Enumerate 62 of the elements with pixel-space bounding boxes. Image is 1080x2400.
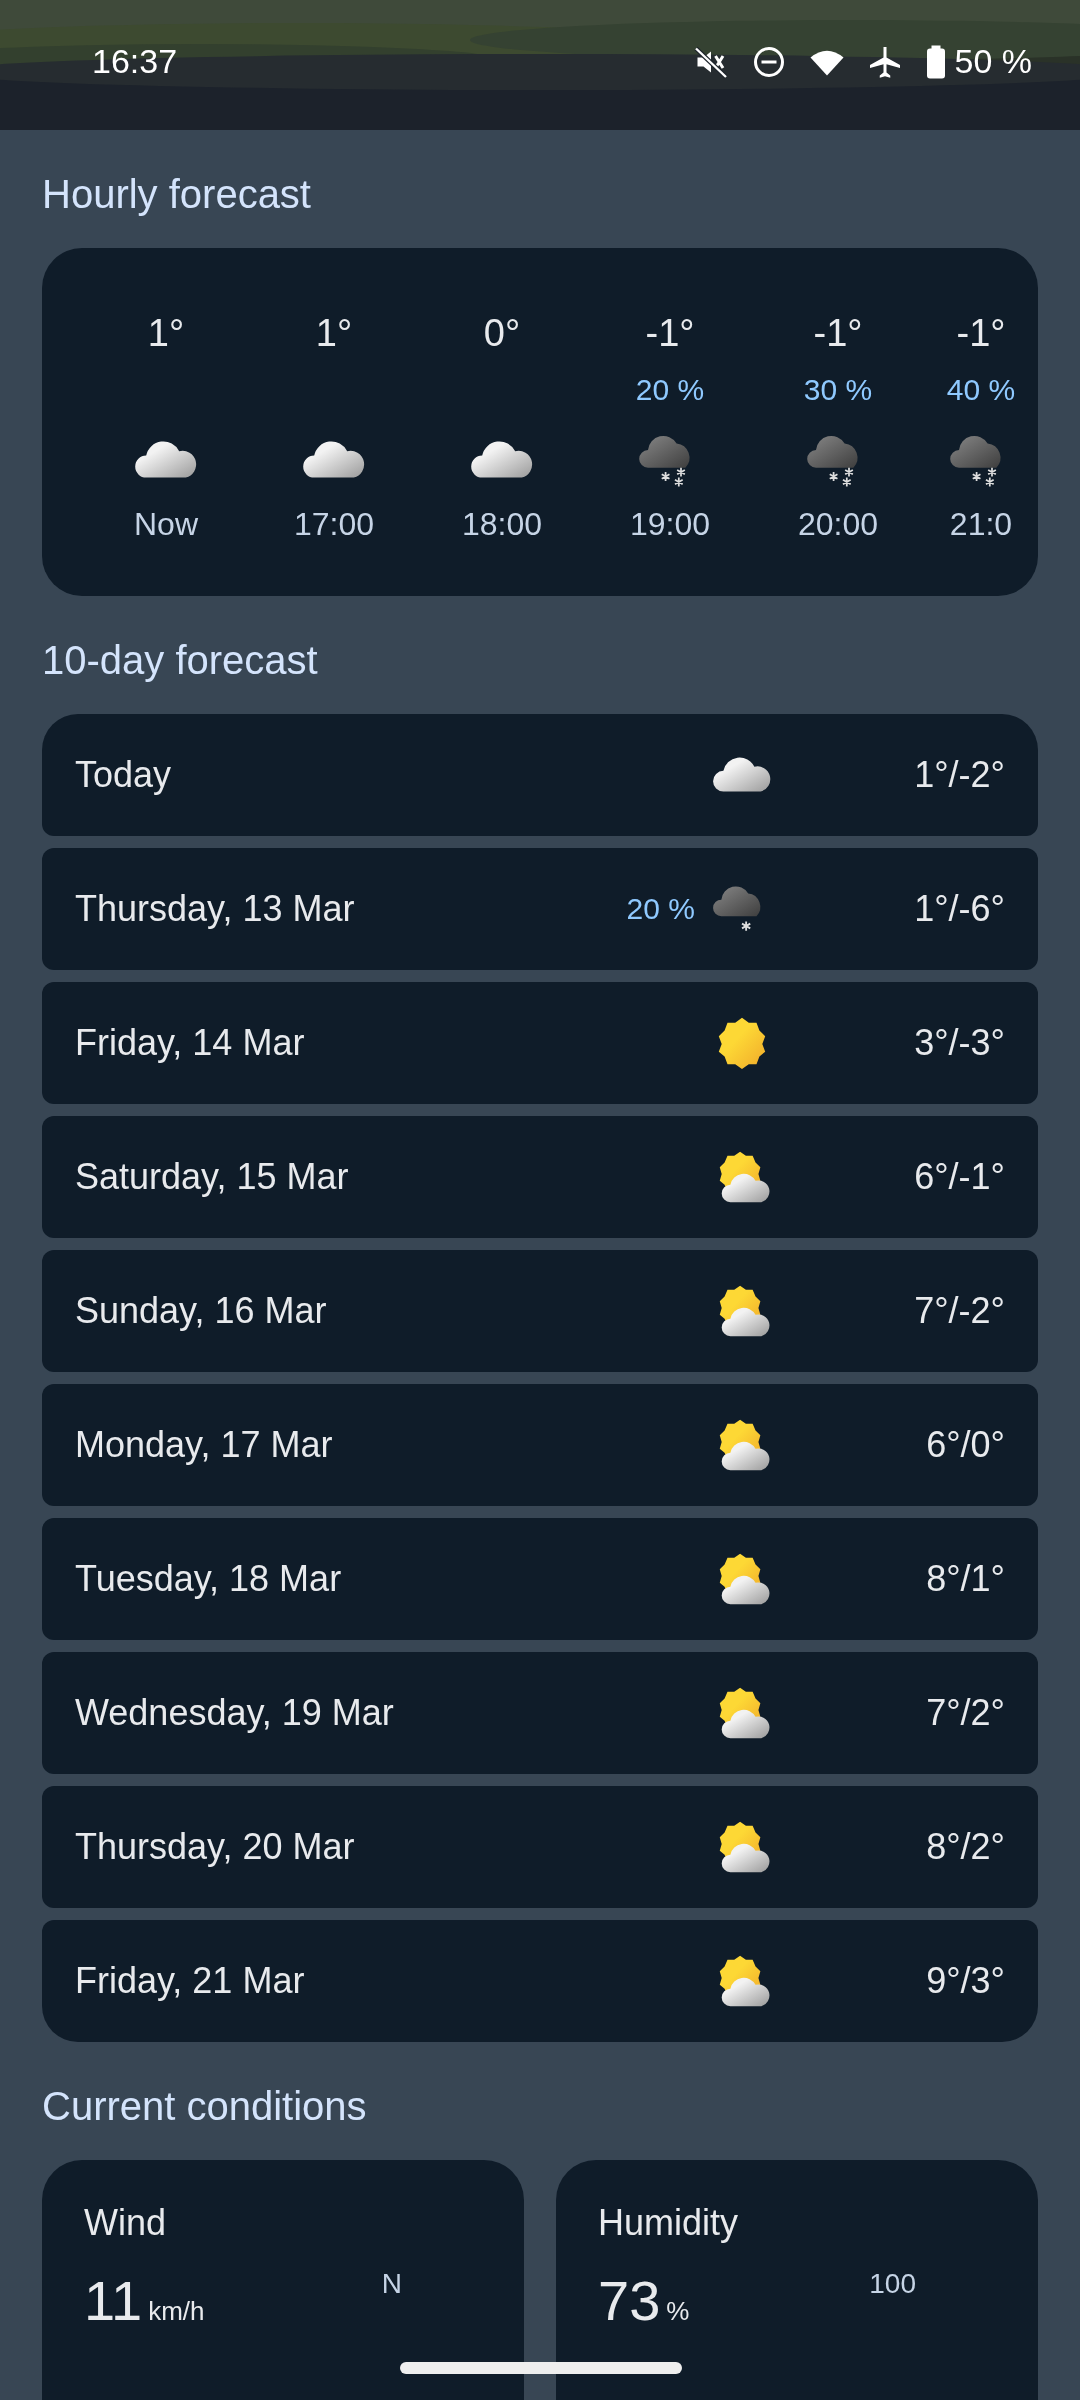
temperature-range: 8°/2°	[926, 1826, 1005, 1868]
temperature-range: 6°/-1°	[914, 1156, 1005, 1198]
hour-temperature: -1°	[956, 312, 1006, 356]
day-row[interactable]: Friday, 14 Mar 3°/-3°	[42, 982, 1038, 1104]
day-label: Saturday, 15 Mar	[75, 1156, 350, 1198]
hour-label: Now	[134, 506, 198, 543]
section-heading: 10-day forecast	[42, 637, 319, 684]
hour-temperature: 1°	[315, 312, 353, 356]
day-label: Monday, 17 Mar	[75, 1424, 334, 1466]
compass-label: N	[381, 2268, 402, 2300]
temperature-range: 7°/-2°	[914, 1290, 1005, 1332]
section-heading: Current conditions	[42, 2083, 368, 2130]
hour-temperature: -1°	[813, 312, 863, 356]
hour-label: 17:00	[293, 506, 375, 543]
humidity-card[interactable]: Humidity 73% 100	[556, 2160, 1038, 2400]
day-row[interactable]: Today 1°/-2°	[42, 714, 1038, 836]
day-row[interactable]: Tuesday, 18 Mar 8°/1°	[42, 1518, 1038, 1640]
precipitation-chance: 40 %	[946, 373, 1016, 407]
temperature-range: 3°/-3°	[914, 1022, 1005, 1064]
temperature-range: 9°/3°	[926, 1960, 1005, 2002]
day-row[interactable]: Saturday, 15 Mar 6°/-1°	[42, 1116, 1038, 1238]
battery-percentage: 50 %	[954, 42, 1032, 81]
precipitation-chance: 30 %	[803, 373, 873, 407]
hour-temperature: 1°	[147, 312, 185, 356]
clock: 16:37	[92, 42, 178, 81]
temperature-range: 1°/-2°	[914, 754, 1005, 796]
day-row[interactable]: Sunday, 16 Mar 7°/-2°	[42, 1250, 1038, 1372]
day-row[interactable]: Wednesday, 19 Mar 7°/2°	[42, 1652, 1038, 1774]
hour-label: 20:00	[797, 506, 879, 543]
wind-speed: 11	[84, 2268, 143, 2333]
day-label: Today	[75, 754, 173, 796]
hour-label: 18:00	[461, 506, 543, 543]
hour-label: 21:0	[949, 506, 1013, 543]
day-row[interactable]: Monday, 17 Mar 6°/0°	[42, 1384, 1038, 1506]
temperature-range: 1°/-6°	[914, 888, 1005, 930]
precipitation-chance: 20 %	[635, 373, 705, 407]
day-label: Thursday, 20 Mar	[75, 1826, 356, 1868]
scale-label: 100	[869, 2268, 916, 2300]
hour-label: 19:00	[629, 506, 711, 543]
temperature-range: 8°/1°	[926, 1558, 1005, 1600]
humidity-value: 73	[598, 2268, 661, 2333]
day-label: Wednesday, 19 Mar	[75, 1692, 395, 1734]
day-label: Friday, 21 Mar	[75, 1960, 306, 2002]
day-row[interactable]: Thursday, 20 Mar 8°/2°	[42, 1786, 1038, 1908]
card-title: Wind	[84, 2202, 168, 2244]
day-label: Sunday, 16 Mar	[75, 1290, 328, 1332]
gesture-bar[interactable]	[400, 2362, 682, 2374]
day-row[interactable]: Friday, 21 Mar 9°/3°	[42, 1920, 1038, 2042]
precipitation-chance: 20 %	[626, 892, 695, 926]
day-row[interactable]: Thursday, 13 Mar 20 % 1°/-6°	[42, 848, 1038, 970]
wind-unit: km/h	[148, 2296, 205, 2327]
card-title: Humidity	[598, 2202, 740, 2244]
section-heading: Hourly forecast	[42, 171, 312, 218]
day-label: Friday, 14 Mar	[75, 1022, 306, 1064]
hour-temperature: -1°	[645, 312, 695, 356]
humidity-unit: %	[666, 2296, 690, 2327]
hour-temperature: 0°	[483, 312, 521, 356]
wind-card[interactable]: Wind 11 km/h N	[42, 2160, 524, 2400]
temperature-range: 7°/2°	[926, 1692, 1005, 1734]
day-label: Thursday, 13 Mar	[75, 888, 356, 930]
day-label: Tuesday, 18 Mar	[75, 1558, 343, 1600]
temperature-range: 6°/0°	[926, 1424, 1005, 1466]
